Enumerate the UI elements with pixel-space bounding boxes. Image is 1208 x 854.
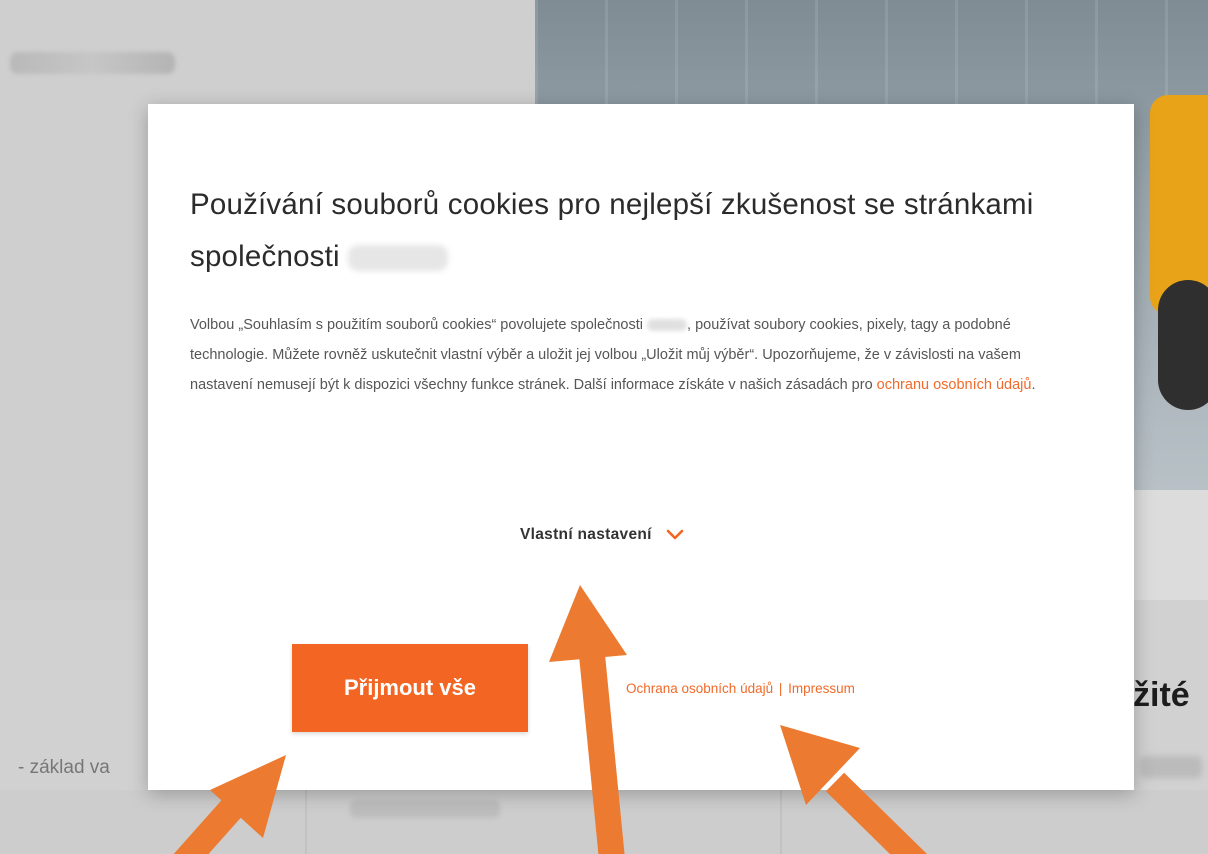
page: - základ va žité Používání souborů cooki…: [0, 0, 1208, 854]
background-footer-divider: [780, 790, 782, 854]
background-side-text: - základ va: [18, 757, 110, 778]
description-text-end: .: [1031, 377, 1036, 393]
footer-impressum-link[interactable]: Impressum: [788, 681, 855, 696]
dialog-title: Používání souborů cookies pro nejlepší z…: [190, 179, 1090, 283]
redacted-company-name: [647, 319, 688, 332]
background-right-heading: žité: [1133, 676, 1190, 714]
background-logo: [10, 52, 175, 74]
custom-settings-toggle[interactable]: Vlastní nastavení: [520, 526, 684, 544]
background-footer-divider: [305, 790, 307, 854]
dialog-description: Volbou „Souhlasím s použitím souborů coo…: [190, 310, 1040, 400]
redacted-company-name: [347, 245, 448, 272]
footer-privacy-link[interactable]: Ochrana osobních údajů: [626, 681, 773, 696]
custom-settings-label: Vlastní nastavení: [520, 526, 652, 543]
background-hero-pattern: [535, 0, 1208, 110]
background-footer-text: [350, 800, 500, 818]
footer-link-separator: |: [778, 681, 783, 696]
background-right-text: [1140, 756, 1202, 778]
accept-all-button[interactable]: Přijmout vše: [292, 644, 528, 732]
chevron-down-icon: [666, 529, 684, 540]
privacy-policy-link[interactable]: ochranu osobních údajů: [877, 377, 1032, 393]
background-footer: [0, 790, 1208, 854]
description-text-part1: Volbou „Souhlasím s použitím souborů coo…: [190, 317, 643, 333]
background-robot-wheel: [1158, 280, 1208, 410]
cookie-consent-dialog: Používání souborů cookies pro nejlepší z…: [148, 104, 1134, 790]
dialog-footer-links: Ochrana osobních údajů | Impressum: [626, 681, 855, 696]
dialog-title-text: Používání souborů cookies pro nejlepší z…: [190, 188, 1034, 273]
